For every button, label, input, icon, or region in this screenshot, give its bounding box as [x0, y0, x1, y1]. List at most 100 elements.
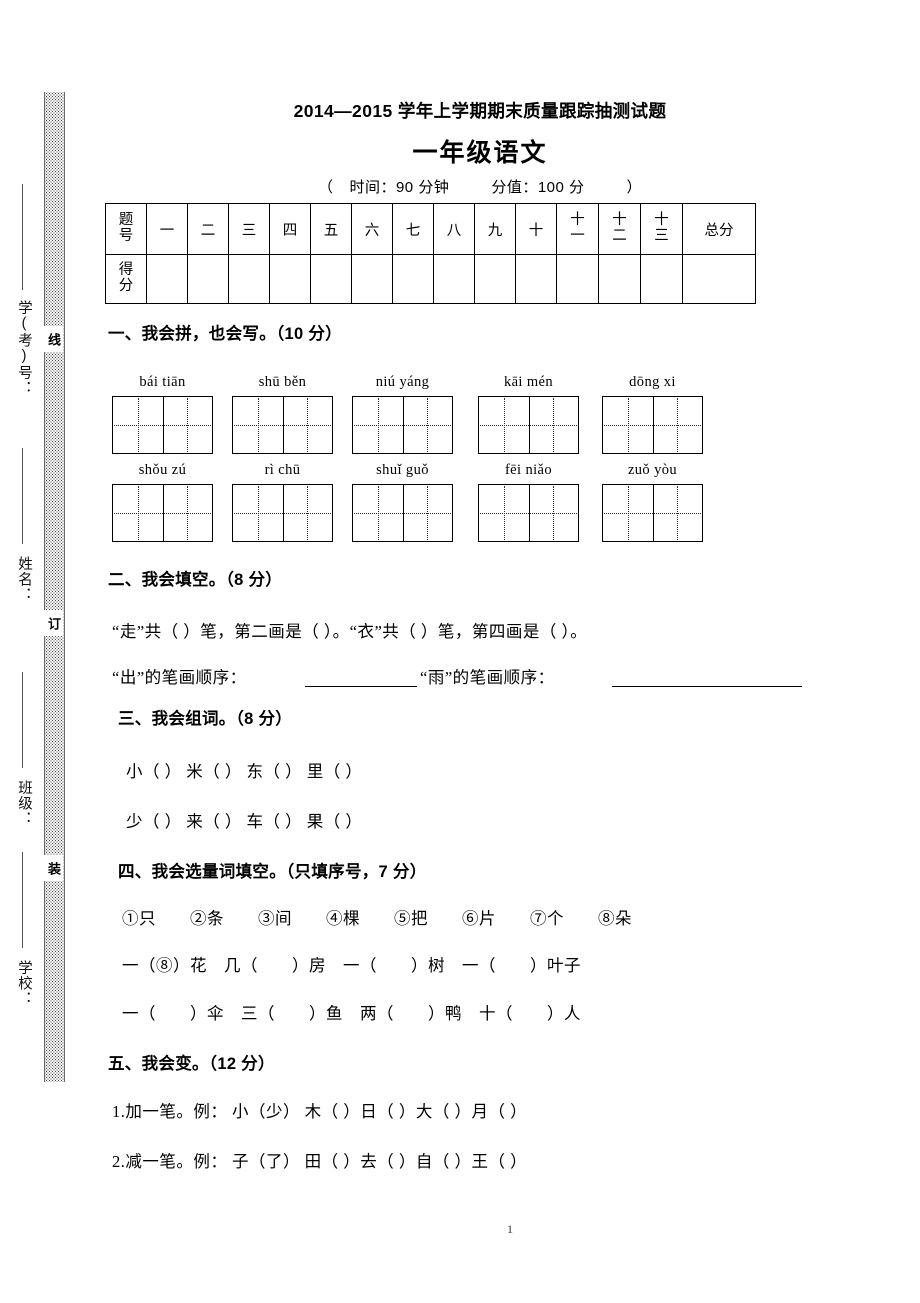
field-label-xuehao: 学(考)号：: [16, 300, 32, 396]
score-cell-9[interactable]: [474, 254, 516, 304]
pinyin-1-5: dōng xi: [629, 374, 676, 390]
meta-score-label: 分值：: [491, 179, 538, 196]
section-heading-3: 三、我会组词。（8 分）: [118, 710, 293, 728]
score-cell-8[interactable]: [433, 254, 475, 304]
score-cell-4[interactable]: [269, 254, 311, 304]
table-col-2: 二: [187, 203, 229, 255]
section-heading-4: 四、我会选量词填空。（只填序号，7 分）: [118, 863, 427, 881]
writing-grid-2-2[interactable]: [232, 484, 333, 542]
grid-dotted-h: [234, 513, 331, 514]
table-col-11: 十 一: [556, 203, 599, 255]
grid-dotted-h: [480, 425, 577, 426]
seal-line-band: [44, 92, 65, 1082]
score-cell-2[interactable]: [187, 254, 229, 304]
field-rule-banji: [22, 672, 24, 768]
table-col-6: 六: [351, 203, 393, 255]
writing-grid-2-1[interactable]: [112, 484, 213, 542]
table-col-total: 总分: [682, 203, 756, 255]
grid-dotted-h: [114, 425, 211, 426]
table-col-12-l2: 二: [612, 228, 627, 244]
field-rule-xingming: [22, 448, 24, 544]
score-cell-6[interactable]: [351, 254, 393, 304]
grid-dotted-h: [354, 513, 451, 514]
writing-grid-1-4[interactable]: [478, 396, 579, 454]
table-col-1: 一: [146, 203, 188, 255]
table-col-3: 三: [228, 203, 270, 255]
pinyin-1-2: shū běn: [258, 374, 307, 390]
section-4-options: ①只 ②条 ③间 ④棵 ⑤把 ⑥片 ⑦个 ⑧朵: [122, 909, 632, 928]
score-cell-1[interactable]: [146, 254, 188, 304]
table-row-header: 题 号 一 二 三 四 五 六 七 八 九 十 十 一 十 二 十 三 总分: [105, 203, 756, 255]
score-cell-11[interactable]: [556, 254, 599, 304]
grid-dotted-h: [234, 425, 331, 426]
exam-content: 2014—2015 学年上学期期末质量跟踪抽测试题 一年级语文 （ 时间：90 分…: [100, 0, 920, 1303]
table-col-12: 十 二: [598, 203, 641, 255]
pinyin-2-2: rì chū: [264, 462, 301, 478]
section-5-line-2: 2.减一笔。例： 子（了） 田（ ）去（ ）自（ ）王（ ）: [112, 1152, 528, 1171]
subject-title: 一年级语文: [412, 139, 548, 167]
section-2-line-3-label: “雨”的笔画顺序：: [420, 668, 555, 687]
writing-grid-2-4[interactable]: [478, 484, 579, 542]
grid-dotted-h: [604, 425, 701, 426]
field-label-xingming: 姓名：: [16, 556, 32, 603]
writing-grid-1-2[interactable]: [232, 396, 333, 454]
field-label-xuexiao: 学校：: [16, 960, 32, 1007]
writing-grid-1-1[interactable]: [112, 396, 213, 454]
row-label-tihao: 题 号: [105, 203, 147, 255]
score-cell-5[interactable]: [310, 254, 352, 304]
table-col-8: 八: [433, 203, 475, 255]
score-cell-12[interactable]: [598, 254, 641, 304]
grid-dotted-h: [114, 513, 211, 514]
score-table: 题 号 一 二 三 四 五 六 七 八 九 十 十 一 十 二 十 三 总分 得…: [105, 203, 756, 304]
binding-margin: 学(考)号： 姓名： 班级： 学校： 线 订 装: [0, 0, 100, 1303]
field-label-banji: 班级：: [16, 780, 32, 827]
writing-grid-2-5[interactable]: [602, 484, 703, 542]
writing-grid-2-3[interactable]: [352, 484, 453, 542]
section-2-answer-rule-1[interactable]: [305, 686, 417, 687]
table-row-score: 得 分: [105, 254, 756, 304]
score-cell-7[interactable]: [392, 254, 434, 304]
pinyin-2-4: fēi niǎo: [504, 462, 553, 478]
pinyin-1-3: niú yáng: [375, 374, 430, 390]
writing-grid-1-3[interactable]: [352, 396, 453, 454]
section-heading-5: 五、我会变。（12 分）: [108, 1055, 275, 1073]
score-cell-3[interactable]: [228, 254, 270, 304]
pinyin-2-1: shǒu zú: [138, 462, 187, 478]
field-rule-xuexiao: [22, 852, 24, 948]
section-3-line-1: 小（ ） 米（ ） 东（ ） 里（ ）: [126, 762, 363, 781]
meta-time-value: 90 分钟: [395, 179, 450, 196]
grid-dotted-h: [480, 513, 577, 514]
table-col-5: 五: [310, 203, 352, 255]
exam-meta: （ 时间：90 分钟 分值：100 分 ）: [100, 176, 860, 197]
table-col-13-l2: 三: [654, 228, 669, 244]
table-col-13: 十 三: [640, 203, 683, 255]
table-col-11-l2: 一: [570, 228, 585, 244]
grid-dotted-h: [604, 513, 701, 514]
pinyin-1-1: bái tiān: [139, 374, 186, 390]
table-col-10: 十: [515, 203, 557, 255]
section-2-answer-rule-2[interactable]: [612, 686, 802, 687]
pinyin-2-3: shuǐ guǒ: [376, 462, 429, 478]
table-col-13-l1: 十: [654, 212, 669, 229]
seal-char-zhuang: 装: [44, 855, 63, 881]
grid-dotted-h: [354, 425, 451, 426]
page-title: 2014—2015 学年上学期期末质量跟踪抽测试题: [293, 101, 667, 121]
meta-close-paren: ）: [626, 179, 643, 196]
score-cell-total[interactable]: [682, 254, 756, 304]
section-heading-1: 一、我会拼，也会写。（10 分）: [108, 325, 342, 343]
meta-score-value: 100 分: [537, 179, 585, 196]
pinyin-1-4: kāi mén: [503, 374, 554, 390]
section-heading-2: 二、我会填空。（8 分）: [108, 571, 283, 589]
pinyin-2-5: zuǒ yòu: [627, 462, 678, 478]
score-cell-10[interactable]: [515, 254, 557, 304]
meta-open-paren: （: [317, 179, 334, 196]
table-col-9: 九: [474, 203, 516, 255]
writing-grid-1-5[interactable]: [602, 396, 703, 454]
table-col-12-l1: 十: [612, 212, 627, 229]
section-2-line-1: “走”共（ ）笔，第二画是（ ）。“衣”共（ ）笔，第四画是（ ）。: [112, 622, 588, 641]
score-cell-13[interactable]: [640, 254, 683, 304]
section-2-line-2-label: “出”的笔画顺序：: [112, 668, 247, 687]
section-5-line-1: 1.加一笔。例： 小（少） 木（ ）日（ ）大（ ）月（ ）: [112, 1102, 528, 1121]
section-4-line-1: 一（⑧）花 几（ ）房 一（ ）树 一（ ）叶子: [122, 956, 581, 975]
row-label-defen: 得 分: [105, 254, 147, 304]
